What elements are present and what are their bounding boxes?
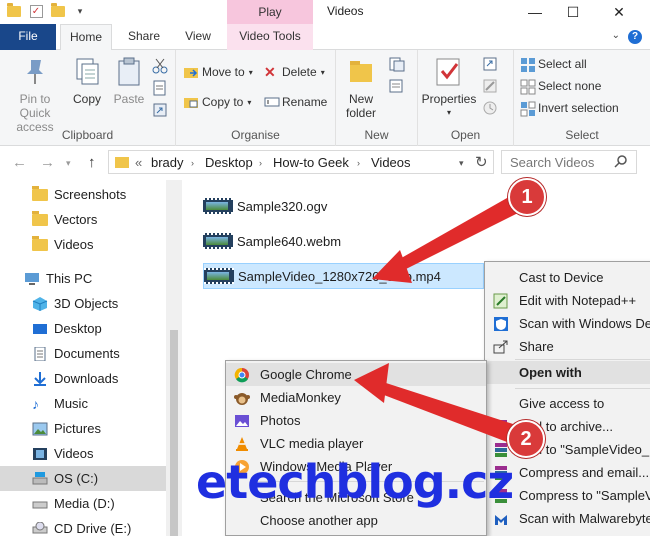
arrow-2-head: [354, 363, 389, 403]
watermark: etechblog.cz: [196, 455, 514, 509]
arrow-2-shaft: [376, 381, 513, 442]
annotation-badge-2: 2: [507, 420, 545, 458]
annotation-badge-1: 1: [508, 178, 546, 216]
arrow-1-head: [372, 250, 412, 283]
